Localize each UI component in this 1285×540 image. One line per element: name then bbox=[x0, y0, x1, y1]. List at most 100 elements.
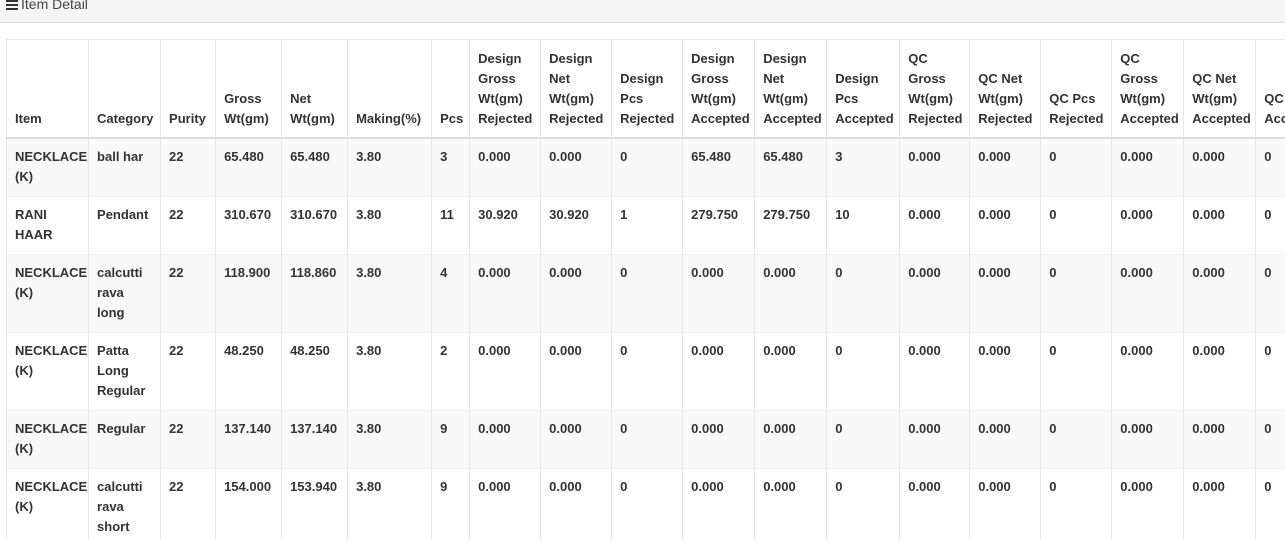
table-cell: 0.000 bbox=[541, 469, 612, 540]
table-cell: 3.80 bbox=[348, 197, 432, 255]
column-header: Design Gross Wt(gm) Accepted bbox=[683, 40, 755, 138]
table-cell: 1 bbox=[612, 197, 683, 255]
table-head: ItemCategoryPurityGross Wt(gm)Net Wt(gm)… bbox=[7, 40, 1285, 138]
table-cell: 0.000 bbox=[970, 255, 1041, 333]
table-cell: 0.000 bbox=[900, 469, 970, 540]
table-cell: 65.480 bbox=[755, 138, 827, 197]
table-cell: 3.80 bbox=[348, 138, 432, 197]
table-cell: 279.750 bbox=[683, 197, 755, 255]
table-cell: 48.250 bbox=[282, 333, 348, 411]
table-cell: 0.000 bbox=[470, 411, 541, 469]
table-cell: 0 bbox=[1041, 333, 1112, 411]
column-header: QC Pcs Rejected bbox=[1041, 40, 1112, 138]
table-cell: 3 bbox=[827, 138, 900, 197]
table-cell: 22 bbox=[161, 469, 216, 540]
menu-icon[interactable] bbox=[6, 0, 18, 9]
table-cell: 0 bbox=[1256, 255, 1285, 333]
table-cell: 0.000 bbox=[900, 411, 970, 469]
table-cell: 0.000 bbox=[1112, 333, 1184, 411]
table-cell: 0 bbox=[612, 255, 683, 333]
table-cell: 11 bbox=[432, 197, 470, 255]
table-cell: 0 bbox=[1041, 138, 1112, 197]
table-cell: 0 bbox=[1041, 255, 1112, 333]
table-row: NECKLACE (K)Regular22137.140137.1403.809… bbox=[7, 411, 1285, 469]
table-cell: 0.000 bbox=[970, 197, 1041, 255]
table-cell: 30.920 bbox=[541, 197, 612, 255]
table-cell: 65.480 bbox=[683, 138, 755, 197]
table-cell: 0 bbox=[1041, 411, 1112, 469]
table-cell: calcutti rava short bbox=[89, 469, 161, 540]
table-cell: NECKLACE (K) bbox=[7, 411, 89, 469]
column-header: Pcs bbox=[432, 40, 470, 138]
table-row: NECKLACE (K)calcutti rava long22118.9001… bbox=[7, 255, 1285, 333]
table-cell: 0 bbox=[1256, 469, 1285, 540]
table-cell: 22 bbox=[161, 197, 216, 255]
table-cell: NECKLACE (K) bbox=[7, 333, 89, 411]
table-cell: 0 bbox=[827, 255, 900, 333]
table-cell: 0 bbox=[1256, 411, 1285, 469]
column-header: Design Net Wt(gm) Accepted bbox=[755, 40, 827, 138]
table-cell: 118.900 bbox=[216, 255, 282, 333]
table-cell: 0 bbox=[1041, 469, 1112, 540]
table-cell: Regular bbox=[89, 411, 161, 469]
table-cell: 0.000 bbox=[755, 411, 827, 469]
item-detail-table-container[interactable]: ItemCategoryPurityGross Wt(gm)Net Wt(gm)… bbox=[6, 39, 1285, 540]
table-row: NECKLACE (K)Patta Long Regular2248.25048… bbox=[7, 333, 1285, 411]
table-cell: 0.000 bbox=[900, 138, 970, 197]
table-cell: 0.000 bbox=[970, 411, 1041, 469]
table-cell: 22 bbox=[161, 411, 216, 469]
table-cell: 9 bbox=[432, 411, 470, 469]
table-cell: 3.80 bbox=[348, 411, 432, 469]
table-cell: 0.000 bbox=[1184, 411, 1256, 469]
table-cell: 0.000 bbox=[1112, 469, 1184, 540]
column-header: QC Net Wt(gm) Accepted bbox=[1184, 40, 1256, 138]
panel-title: Item Detail bbox=[6, 0, 88, 14]
column-header: Category bbox=[89, 40, 161, 138]
table-cell: 10 bbox=[827, 197, 900, 255]
table-cell: 0 bbox=[1041, 197, 1112, 255]
table-cell: 30.920 bbox=[470, 197, 541, 255]
table-cell: 0.000 bbox=[900, 333, 970, 411]
item-detail-table: ItemCategoryPurityGross Wt(gm)Net Wt(gm)… bbox=[6, 40, 1285, 540]
table-cell: 0 bbox=[1256, 197, 1285, 255]
table-cell: 0.000 bbox=[755, 255, 827, 333]
table-cell: 0.000 bbox=[1112, 411, 1184, 469]
table-cell: 3.80 bbox=[348, 255, 432, 333]
table-cell: 0.000 bbox=[470, 138, 541, 197]
column-header: QC Gross Wt(gm) Accepted bbox=[1112, 40, 1184, 138]
table-cell: 153.940 bbox=[282, 469, 348, 540]
table-cell: 0.000 bbox=[1112, 197, 1184, 255]
table-cell: ball har bbox=[89, 138, 161, 197]
table-cell: 0 bbox=[612, 469, 683, 540]
table-cell: 0 bbox=[612, 411, 683, 469]
table-cell: 137.140 bbox=[282, 411, 348, 469]
table-cell: 0.000 bbox=[900, 197, 970, 255]
table-cell: NECKLACE (K) bbox=[7, 138, 89, 197]
table-cell: 0.000 bbox=[1112, 138, 1184, 197]
table-cell: NECKLACE (K) bbox=[7, 469, 89, 540]
table-cell: 0.000 bbox=[470, 255, 541, 333]
table-cell: 0.000 bbox=[970, 333, 1041, 411]
table-cell: 279.750 bbox=[755, 197, 827, 255]
table-cell: 0.000 bbox=[470, 469, 541, 540]
table-cell: 0.000 bbox=[541, 411, 612, 469]
table-cell: 310.670 bbox=[282, 197, 348, 255]
table-cell: 0 bbox=[1256, 333, 1285, 411]
table-cell: 0.000 bbox=[900, 255, 970, 333]
column-header: Design Gross Wt(gm) Rejected bbox=[470, 40, 541, 138]
panel-title-text: Item Detail bbox=[21, 0, 88, 14]
table-cell: 9 bbox=[432, 469, 470, 540]
table-header-row: ItemCategoryPurityGross Wt(gm)Net Wt(gm)… bbox=[7, 40, 1285, 138]
table-body: NECKLACE (K)ball har2265.48065.4803.8030… bbox=[7, 138, 1285, 540]
table-cell: 2 bbox=[432, 333, 470, 411]
table-cell: 154.000 bbox=[216, 469, 282, 540]
table-cell: 65.480 bbox=[282, 138, 348, 197]
table-cell: 0.000 bbox=[470, 333, 541, 411]
table-cell: 3.80 bbox=[348, 469, 432, 540]
table-cell: 0 bbox=[827, 469, 900, 540]
table-cell: 22 bbox=[161, 333, 216, 411]
column-header: QC Gross Wt(gm) Rejected bbox=[900, 40, 970, 138]
table-cell: 48.250 bbox=[216, 333, 282, 411]
table-cell: 65.480 bbox=[216, 138, 282, 197]
table-row: NECKLACE (K)ball har2265.48065.4803.8030… bbox=[7, 138, 1285, 197]
